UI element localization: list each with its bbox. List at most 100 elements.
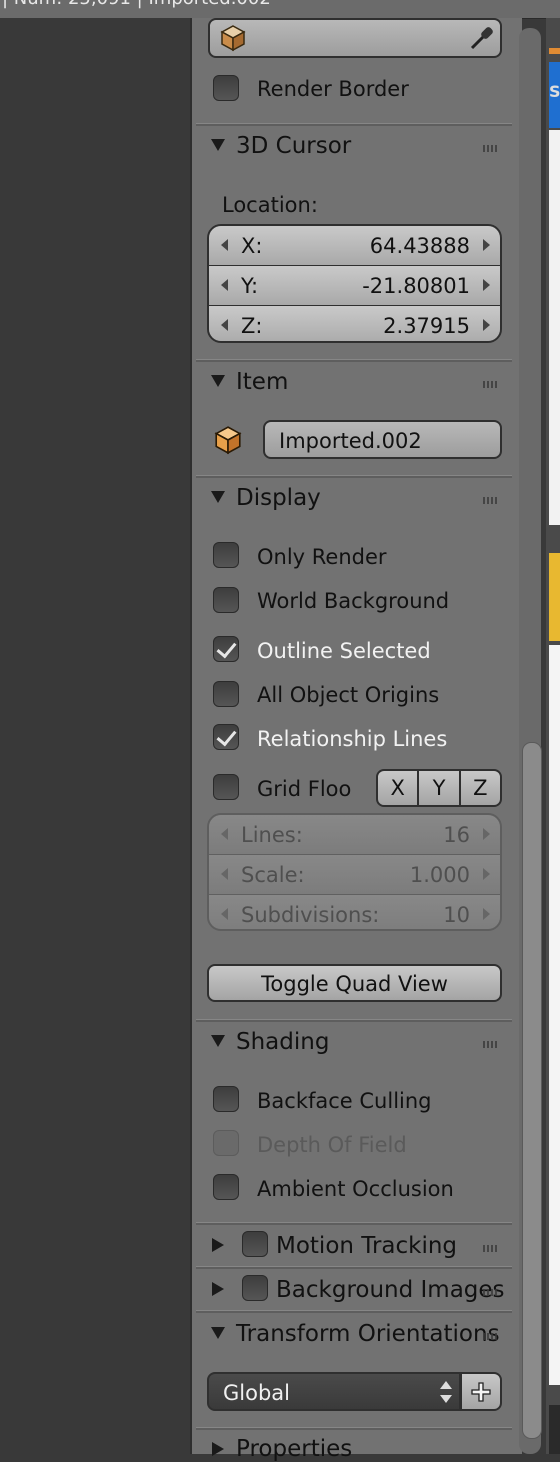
right-strip-canvas	[549, 130, 560, 525]
drag-grip-icon[interactable]	[483, 1333, 497, 1340]
drag-grip-icon[interactable]	[483, 1289, 497, 1296]
cursor-x-field[interactable]: X: 64.43888	[209, 226, 500, 266]
y-label: Y:	[241, 274, 259, 298]
depth-of-field-checkbox	[213, 1130, 239, 1156]
scrollbar-thumb[interactable]	[522, 742, 542, 1439]
z-value: 2.37915	[383, 314, 470, 338]
panel-title-display[interactable]: Display	[236, 485, 321, 511]
grid-scale-field[interactable]: Scale: 1.000	[209, 855, 500, 895]
add-orientation-button[interactable]	[460, 1372, 502, 1411]
increment-arrow-icon[interactable]	[483, 279, 490, 291]
cursor-y-field[interactable]: Y: -21.80801	[209, 266, 500, 306]
toggle-quad-view-button[interactable]: Toggle Quad View	[207, 964, 502, 1002]
outline-selected-checkbox[interactable]	[213, 636, 239, 662]
increment-arrow-icon[interactable]	[483, 908, 490, 920]
decrement-arrow-icon[interactable]	[221, 908, 228, 920]
axis-x-toggle[interactable]: X	[378, 771, 420, 805]
all-object-origins-label: All Object Origins	[257, 683, 440, 707]
expand-arrow-icon[interactable]	[212, 1238, 224, 1252]
collapse-arrow-icon[interactable]	[211, 1035, 225, 1047]
right-strip-accent-orange	[549, 48, 560, 54]
grid-subdivisions-field[interactable]: Subdivisions: 10	[209, 895, 500, 929]
expand-arrow-icon[interactable]	[212, 1282, 224, 1296]
decrement-arrow-icon[interactable]	[221, 319, 228, 331]
drag-grip-icon[interactable]	[483, 381, 497, 388]
increment-arrow-icon[interactable]	[483, 319, 490, 331]
panel-divider	[196, 1310, 512, 1313]
drag-grip-icon[interactable]	[483, 497, 497, 504]
increment-arrow-icon[interactable]	[483, 828, 490, 840]
drag-grip-icon[interactable]	[483, 1041, 497, 1048]
plus-icon	[471, 1382, 491, 1402]
panel-title-properties[interactable]: Properties	[236, 1436, 352, 1462]
right-strip-letter: S	[549, 82, 560, 101]
x-label: X:	[241, 234, 263, 258]
scale-value: 1.000	[409, 863, 470, 887]
only-render-label: Only Render	[257, 545, 387, 569]
panel-divider	[196, 1266, 512, 1269]
relationship-lines-label: Relationship Lines	[257, 727, 448, 751]
drag-grip-icon[interactable]	[483, 1245, 497, 1252]
axis-z-toggle[interactable]: Z	[461, 771, 500, 805]
window-title-bar: | Num: 25,091 | Imported.002	[0, 0, 560, 19]
object-name-input[interactable]: Imported.002	[263, 420, 502, 459]
panel-title-motion-tracking[interactable]: Motion Tracking	[276, 1233, 457, 1259]
grid-floor-checkbox[interactable]	[213, 774, 239, 800]
backface-culling-label: Backface Culling	[257, 1089, 432, 1113]
depth-of-field-label: Depth Of Field	[257, 1133, 407, 1157]
y-value: -21.80801	[362, 274, 470, 298]
only-render-checkbox[interactable]	[213, 542, 239, 568]
orientation-selected-value: Global	[223, 1381, 290, 1405]
world-background-checkbox[interactable]	[213, 587, 239, 613]
lines-value: 16	[443, 823, 470, 847]
increment-arrow-icon[interactable]	[483, 239, 490, 251]
viewport-area[interactable]	[0, 18, 190, 1454]
grid-floor-label: Grid Floo	[257, 777, 352, 801]
camera-object-field[interactable]	[208, 18, 502, 58]
panel-divider	[196, 1222, 512, 1225]
decrement-arrow-icon[interactable]	[221, 828, 228, 840]
panel-title-transform-orientations[interactable]: Transform Orientations	[236, 1321, 500, 1347]
panel-divider	[196, 359, 512, 362]
collapse-arrow-icon[interactable]	[211, 1327, 225, 1339]
object-name-text: Imported.002	[279, 429, 422, 453]
x-value: 64.43888	[369, 234, 470, 258]
all-object-origins-checkbox[interactable]	[213, 681, 239, 707]
cursor-z-field[interactable]: Z: 2.37915	[209, 306, 500, 341]
panel-title-shading[interactable]: Shading	[236, 1029, 329, 1055]
grid-axis-toggle-group: X Y Z	[376, 769, 502, 807]
panel-title-background-images[interactable]: Background Images	[276, 1277, 505, 1303]
axis-y-toggle[interactable]: Y	[419, 771, 461, 805]
location-label: Location:	[222, 193, 318, 217]
panel-divider	[196, 1019, 512, 1022]
collapse-arrow-icon[interactable]	[211, 491, 225, 503]
orientation-select[interactable]: Global	[207, 1372, 461, 1411]
panel-title-item[interactable]: Item	[236, 369, 288, 395]
updown-chevron-icon	[440, 1381, 452, 1403]
collapse-arrow-icon[interactable]	[211, 375, 225, 387]
lines-label: Lines:	[241, 823, 303, 847]
panel-divider	[196, 475, 512, 478]
right-strip-bottom	[549, 1405, 560, 1454]
decrement-arrow-icon[interactable]	[221, 239, 228, 251]
drag-grip-icon[interactable]	[483, 145, 497, 152]
panel-title-3d-cursor[interactable]: 3D Cursor	[236, 133, 351, 159]
ambient-occlusion-checkbox[interactable]	[213, 1174, 239, 1200]
grid-lines-field[interactable]: Lines: 16	[209, 815, 500, 855]
cursor-location-fields: X: 64.43888 Y: -21.80801 Z: 2.37915	[207, 224, 502, 343]
increment-arrow-icon[interactable]	[483, 868, 490, 880]
decrement-arrow-icon[interactable]	[221, 868, 228, 880]
background-images-checkbox[interactable]	[242, 1275, 268, 1301]
object-cube-icon	[214, 426, 242, 455]
render-border-checkbox[interactable]	[213, 75, 239, 101]
backface-culling-checkbox[interactable]	[213, 1086, 239, 1112]
motion-tracking-checkbox[interactable]	[242, 1231, 268, 1257]
outline-selected-label: Outline Selected	[257, 639, 431, 663]
right-strip-canvas-lower	[549, 645, 560, 1385]
world-background-label: World Background	[257, 589, 450, 613]
collapse-arrow-icon[interactable]	[211, 139, 225, 151]
eyedropper-icon[interactable]	[468, 24, 494, 52]
decrement-arrow-icon[interactable]	[221, 279, 228, 291]
relationship-lines-checkbox[interactable]	[213, 724, 239, 750]
grid-settings-fields: Lines: 16 Scale: 1.000 Subdivisions: 10	[207, 813, 502, 931]
